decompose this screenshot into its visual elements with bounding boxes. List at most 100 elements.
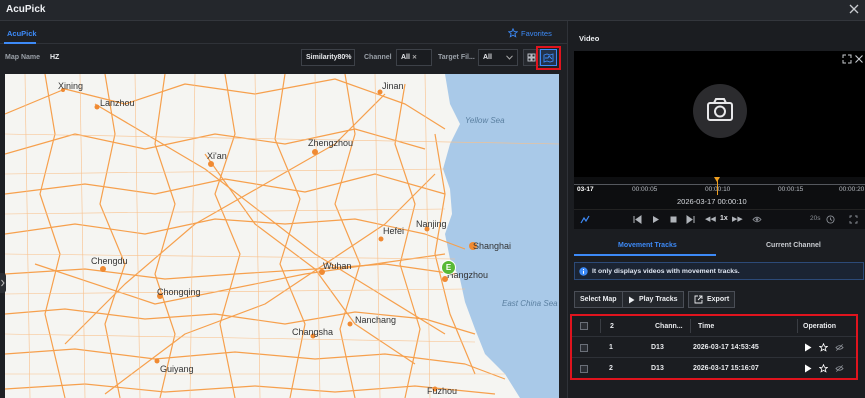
row-time: 2026-03-17 14:53:45 — [693, 344, 759, 351]
tab-current-channel[interactable]: Current Channel — [766, 242, 821, 249]
tab-underline — [574, 254, 716, 256]
remove-icon[interactable]: ✕ — [412, 54, 417, 61]
playhead-marker — [714, 177, 720, 182]
export-icon — [694, 295, 703, 304]
target-filter-label: Target Fil... — [438, 54, 475, 61]
row-time: 2026-03-17 15:16:07 — [693, 365, 759, 372]
city-label: Nanchang — [355, 315, 397, 325]
hide-icon[interactable] — [835, 343, 844, 352]
track-icon[interactable] — [580, 215, 590, 225]
city-label: Xi'an — [207, 151, 227, 161]
camera-icon — [693, 84, 747, 138]
favorites-button[interactable]: Favorites — [508, 28, 552, 38]
city-label: Wuhan — [323, 261, 352, 271]
close-icon[interactable] — [854, 54, 864, 64]
row-index: 1 — [609, 344, 613, 351]
row-channel: D13 — [651, 365, 664, 372]
sea-label: Yellow Sea — [465, 116, 505, 125]
column-header-time[interactable]: Time — [698, 316, 714, 336]
close-icon[interactable] — [847, 2, 861, 16]
video-panel: Video 03-17 00:00:05 00:00:10 00:00:15 0… — [567, 21, 865, 398]
map-name-value: HZ — [50, 54, 60, 61]
fullscreen-icon[interactable] — [842, 54, 852, 64]
tab-bar: AcuPick Favorites — [0, 21, 567, 44]
clock-icon[interactable] — [826, 215, 835, 224]
star-icon[interactable] — [819, 364, 828, 373]
map-view-button[interactable] — [540, 49, 557, 66]
map-name-label: Map Name — [5, 54, 41, 61]
table-row[interactable]: 2 D13 2026-03-17 15:16:07 — [572, 357, 856, 378]
select-map-button[interactable]: Select Map — [574, 291, 623, 308]
play-icon[interactable] — [804, 343, 812, 352]
play-icon[interactable] — [804, 364, 812, 373]
timeline-tick: 00:00:05 — [632, 186, 658, 193]
stop-icon[interactable] — [669, 215, 678, 224]
city-label: Xining — [58, 81, 84, 91]
column-header-channel[interactable]: Chann... — [655, 316, 683, 336]
city-label: Jinan — [382, 81, 404, 91]
chevron-down-icon — [506, 55, 513, 60]
play-tracks-label: Play Tracks — [639, 296, 678, 303]
header-checkbox-cell[interactable] — [580, 316, 588, 336]
channel-label: Channel — [364, 54, 392, 61]
video-title: Video — [579, 34, 600, 43]
row-checkbox[interactable] — [580, 364, 588, 373]
video-player[interactable] — [574, 51, 865, 177]
fast-icon[interactable]: ▶▶ — [732, 215, 743, 223]
slow-icon[interactable]: ◀◀ — [705, 215, 716, 223]
column-separator — [797, 319, 798, 333]
sea-label: East China Sea — [502, 299, 558, 308]
collapse-handle[interactable] — [0, 273, 6, 293]
city-label: Fuzhou — [427, 386, 458, 396]
play-icon[interactable] — [651, 215, 660, 224]
next-icon[interactable] — [686, 215, 695, 224]
map-view[interactable]: Xining Lanzhou Jinan Zhengzhou Xi'an Nan… — [5, 74, 559, 398]
info-text: It only displays videos with movement tr… — [592, 267, 740, 275]
header-count: 2 — [610, 322, 614, 330]
row-checkbox[interactable] — [580, 343, 588, 352]
expand-icon[interactable] — [849, 215, 858, 224]
column-separator — [690, 319, 691, 333]
select-all-checkbox[interactable] — [580, 322, 588, 330]
table-row[interactable]: 1 D13 2026-03-17 14:53:45 — [572, 336, 856, 357]
timeline-timestamp: 2026-03-17 00:00:10 — [677, 197, 747, 206]
chevron-right-icon — [1, 279, 5, 287]
similarity-button[interactable]: Similarity80% — [301, 49, 355, 66]
channel-select[interactable]: All ✕ — [396, 49, 432, 66]
target-filter-select[interactable]: All — [478, 49, 518, 66]
acupick-panel: AcuPick Favorites Map Name HZ Similarity… — [0, 21, 567, 398]
play-icon — [629, 296, 635, 303]
map-marker[interactable]: E — [441, 260, 456, 275]
interval-label: 20s — [810, 215, 821, 222]
star-icon — [508, 28, 518, 38]
timeline-track — [574, 184, 865, 185]
play-tracks-button[interactable]: Play Tracks — [622, 291, 684, 308]
timeline-tick: 00:00:15 — [778, 186, 804, 193]
hide-icon[interactable] — [835, 364, 844, 373]
city-label: Chengdu — [91, 256, 128, 266]
city-label: Zhengzhou — [308, 138, 354, 148]
timeline[interactable]: 03-17 00:00:05 00:00:10 00:00:15 00:00:2… — [574, 177, 865, 209]
target-filter-value: All — [483, 54, 492, 61]
info-icon — [579, 266, 588, 276]
previous-icon[interactable] — [633, 215, 642, 224]
grid-icon — [527, 53, 536, 62]
city-label: Lanzhou — [100, 98, 135, 108]
map-icon — [543, 52, 554, 63]
tracks-table: 2 Chann... Time Operation 1 D13 2026-03-… — [570, 314, 858, 380]
title-bar: AcuPick — [0, 0, 865, 21]
export-button[interactable]: Export — [688, 291, 736, 308]
timeline-tick: 00:00:20 — [839, 186, 865, 193]
star-icon[interactable] — [819, 343, 828, 352]
city-label: Shanghai — [473, 241, 512, 251]
eye-icon[interactable] — [752, 215, 762, 224]
city-label: Guiyang — [160, 364, 194, 374]
player-controls: ◀◀ 1x ▶▶ 20s — [574, 209, 865, 229]
tab-acupick[interactable]: AcuPick — [7, 29, 37, 38]
tab-movement-tracks[interactable]: Movement Tracks — [618, 242, 677, 249]
channel-value: All — [401, 54, 410, 61]
tab-underline — [4, 42, 36, 44]
export-label: Export — [707, 296, 730, 303]
city-label: Hefei — [383, 226, 405, 236]
column-header-operation: Operation — [803, 322, 837, 330]
